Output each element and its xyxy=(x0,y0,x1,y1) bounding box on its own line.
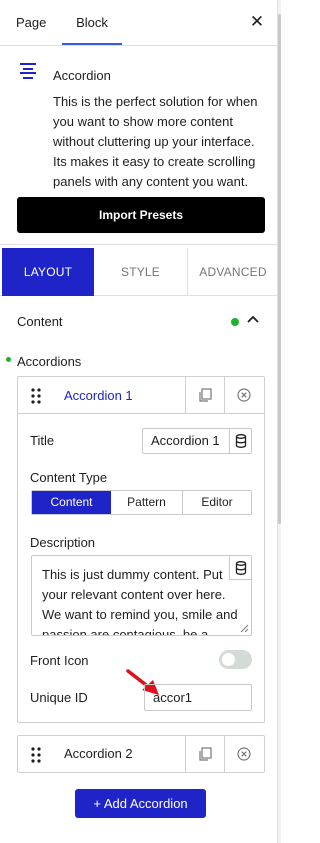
duplicate-button[interactable] xyxy=(185,736,223,772)
description-textarea[interactable]: This is just dummy content. Put your rel… xyxy=(31,555,252,636)
remove-circle-icon xyxy=(237,388,251,402)
active-tab-indicator xyxy=(62,43,122,45)
content-type-selector: Content Pattern Editor xyxy=(31,490,252,515)
scrollbar-thumb[interactable] xyxy=(278,14,281,524)
content-section-title[interactable]: Content xyxy=(17,314,63,329)
accordions-label: Accordions xyxy=(17,354,82,369)
remove-circle-icon xyxy=(237,747,251,761)
dynamic-data-button[interactable] xyxy=(229,556,251,580)
tab-block[interactable]: Block xyxy=(62,0,122,46)
description-label: Description xyxy=(30,535,96,550)
copy-icon xyxy=(199,747,212,761)
tab-style[interactable]: STYLE xyxy=(94,248,188,296)
toggle-knob xyxy=(222,653,235,666)
block-description: This is the perfect solution for when yo… xyxy=(53,94,258,189)
content-type-option-pattern[interactable]: Pattern xyxy=(111,491,183,514)
title-input[interactable]: Accordion 1 xyxy=(142,428,252,454)
block-title: Accordion xyxy=(53,68,111,83)
sidebar-tabs: Page Block ✕ xyxy=(0,0,277,46)
unique-id-input[interactable]: accor1 xyxy=(144,684,252,711)
front-icon-label: Front Icon xyxy=(30,653,89,668)
dynamic-data-button[interactable] xyxy=(229,429,251,453)
content-type-option-editor[interactable]: Editor xyxy=(183,491,251,514)
block-card: Accordion This is the perfect solution f… xyxy=(0,47,277,245)
import-presets-button[interactable]: Import Presets xyxy=(17,197,265,233)
chevron-up-icon[interactable] xyxy=(245,312,261,328)
accordion-item: Accordion 2 xyxy=(17,735,265,773)
accordion-item-name[interactable]: Accordion 2 xyxy=(64,736,133,772)
unique-id-value[interactable]: accor1 xyxy=(153,685,192,710)
drag-handle-icon[interactable] xyxy=(30,746,42,764)
remove-button[interactable] xyxy=(224,736,262,772)
content-type-option-content[interactable]: Content xyxy=(32,491,111,514)
close-icon[interactable]: ✕ xyxy=(246,11,268,33)
scrollbar-track[interactable] xyxy=(278,0,281,843)
accordions-modified-dot xyxy=(6,357,11,362)
accordion-item-header[interactable]: Accordion 1 xyxy=(18,377,264,414)
database-icon xyxy=(235,561,247,575)
title-input-value[interactable]: Accordion 1 xyxy=(151,429,231,453)
duplicate-button[interactable] xyxy=(185,377,223,414)
modified-indicator-dot xyxy=(231,318,239,326)
front-icon-toggle[interactable] xyxy=(219,650,252,669)
remove-button[interactable] xyxy=(224,377,262,414)
resize-handle-icon[interactable] xyxy=(239,623,249,633)
tab-layout[interactable]: LAYOUT xyxy=(2,248,94,296)
add-accordion-button[interactable]: + Add Accordion xyxy=(75,789,206,818)
block-settings-panel: Page Block ✕ Accordion This is the perfe… xyxy=(0,0,278,843)
database-icon xyxy=(235,434,247,448)
settings-tabs: LAYOUT STYLE ADVANCED xyxy=(0,248,277,296)
copy-icon xyxy=(199,388,212,402)
accordion-item-header[interactable]: Accordion 2 xyxy=(18,736,264,772)
content-type-label: Content Type xyxy=(30,470,108,485)
description-value[interactable]: This is just dummy content. Put your rel… xyxy=(42,565,240,635)
tab-advanced[interactable]: ADVANCED xyxy=(188,248,277,296)
accordion-icon xyxy=(20,63,36,79)
accordion-item: Accordion 1 Title Accordion 1 Content Ty… xyxy=(17,376,265,723)
title-label: Title xyxy=(30,433,55,448)
drag-handle-icon[interactable] xyxy=(30,387,42,405)
tab-page[interactable]: Page xyxy=(16,0,46,46)
accordion-item-name[interactable]: Accordion 1 xyxy=(64,377,133,414)
unique-id-label: Unique ID xyxy=(30,690,88,705)
